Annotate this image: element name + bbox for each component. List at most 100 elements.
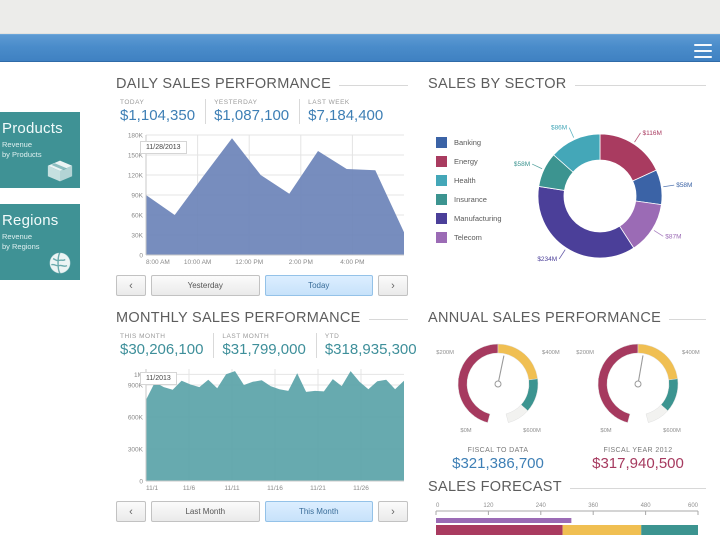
- svg-text:11/11: 11/11: [224, 485, 240, 492]
- sector-section-header: SALES BY SECTOR: [428, 76, 706, 92]
- monthly-chart-wrap: 0 300K 600K 900K 1M 11/1 11/6 11/11 11/16 11/21 11…: [116, 363, 408, 495]
- legend-swatch-banking: [436, 137, 447, 148]
- panel-monthly-sales: MONTHLY SALES PERFORMANCE THIS MONTH $30…: [116, 310, 417, 522]
- legend-label-insurance: Insurance: [454, 195, 487, 204]
- svg-text:60K: 60K: [131, 213, 143, 220]
- box-icon: [47, 160, 73, 182]
- svg-text:360: 360: [588, 503, 599, 509]
- legend-item-banking[interactable]: Banking: [436, 137, 502, 148]
- kpi-today-label: TODAY: [120, 99, 145, 106]
- annual-rule: [669, 319, 706, 320]
- kpi-this-month-label: THIS MONTH: [120, 333, 166, 340]
- svg-text:11/6: 11/6: [183, 485, 196, 492]
- legend-label-banking: Banking: [454, 138, 482, 147]
- svg-text:$234M: $234M: [537, 256, 557, 263]
- svg-text:4:00 PM: 4:00 PM: [340, 259, 364, 266]
- kpi-ytd-value: $318,935,300: [324, 341, 417, 358]
- svg-text:$600M: $600M: [663, 428, 681, 434]
- kpi-ytd: YTD $318,935,300: [315, 333, 427, 358]
- svg-text:$200M: $200M: [436, 350, 454, 356]
- sidebar-item-products[interactable]: Products Revenue by Products: [0, 110, 82, 190]
- daily-prev-button[interactable]: ‹: [116, 275, 146, 296]
- svg-text:600K: 600K: [128, 415, 144, 422]
- legend-swatch-energy: [436, 156, 447, 167]
- svg-text:8:00 AM: 8:00 AM: [146, 259, 170, 266]
- fiscal-to-data-gauge-svg: $200M $400M $0M $600M: [436, 343, 560, 434]
- svg-text:2:00 PM: 2:00 PM: [289, 259, 313, 266]
- browser-top-strip: [0, 0, 720, 34]
- svg-text:$87M: $87M: [665, 233, 681, 240]
- legend-swatch-health: [436, 175, 447, 186]
- svg-text:600: 600: [688, 503, 699, 509]
- sales-by-sector-donut-chart[interactable]: $116M $58M $87M $234M $58M $86M: [495, 108, 715, 293]
- hamburger-menu-icon[interactable]: [694, 44, 712, 58]
- kpi-last-month-value: $31,799,000: [222, 341, 306, 358]
- monthly-section-header: MONTHLY SALES PERFORMANCE: [116, 310, 408, 326]
- legend-swatch-insurance: [436, 194, 447, 205]
- kpi-this-month-value: $30,206,100: [120, 341, 204, 358]
- svg-text:300K: 300K: [128, 447, 144, 454]
- sales-forecast-bullet-chart: 0 120 240 360 480 600: [435, 503, 699, 535]
- sector-title: SALES BY SECTOR: [428, 76, 567, 92]
- svg-text:$86M: $86M: [551, 125, 567, 132]
- kpi-today-value: $1,104,350: [120, 107, 196, 124]
- monthly-last-month-button[interactable]: Last Month: [151, 501, 260, 522]
- legend-item-energy[interactable]: Energy: [436, 156, 502, 167]
- daily-section-header: DAILY SALES PERFORMANCE: [116, 76, 408, 92]
- panel-sales-by-sector: SALES BY SECTOR: [428, 76, 706, 92]
- legend-item-insurance[interactable]: Insurance: [436, 194, 502, 205]
- tile-title-regions: Regions: [2, 212, 59, 229]
- svg-text:120K: 120K: [128, 173, 144, 180]
- svg-text:12:00 PM: 12:00 PM: [235, 259, 263, 266]
- daily-yesterday-button[interactable]: Yesterday: [151, 275, 260, 296]
- forecast-section-header: SALES FORECAST: [428, 479, 706, 495]
- kpi-yesterday-value: $1,087,100: [214, 107, 290, 124]
- svg-text:$400M: $400M: [542, 350, 560, 356]
- annual-section-header: ANNUAL SALES PERFORMANCE: [428, 310, 706, 326]
- tile-subtitle-products: Revenue by Products: [2, 140, 42, 159]
- svg-text:11/26: 11/26: [353, 485, 369, 492]
- daily-next-button[interactable]: ›: [378, 275, 408, 296]
- svg-text:$600M: $600M: [523, 428, 541, 434]
- svg-text:0: 0: [436, 503, 440, 509]
- svg-text:10:00 AM: 10:00 AM: [184, 259, 211, 266]
- gauge-fiscal-year-2012[interactable]: $200M $400M $0M $600M FISCAL YEAR 2012 $317…: [568, 332, 708, 472]
- legend-item-manufacturing[interactable]: Manufacturing: [436, 213, 502, 224]
- monthly-next-button[interactable]: ›: [378, 501, 408, 522]
- globe-icon: [49, 252, 71, 274]
- legend-item-telecom[interactable]: Telecom: [436, 232, 502, 243]
- sidebar-item-regions[interactable]: Regions Revenue by Regions: [0, 202, 82, 282]
- tile-subtitle-regions: Revenue by Regions: [2, 232, 40, 251]
- daily-kpi-row: TODAY $1,104,350 YESTERDAY $1,087,100 LA…: [116, 99, 408, 124]
- svg-text:90K: 90K: [131, 193, 143, 200]
- monthly-nav-row: ‹ Last Month This Month ›: [116, 501, 408, 522]
- gauge-caption-fiscal-to-data: FISCAL TO DATA: [467, 447, 529, 454]
- gauge-fiscal-to-data[interactable]: $200M $400M $0M $600M FISCAL TO DATA $321,3…: [428, 332, 568, 472]
- monthly-kpi-row: THIS MONTH $30,206,100 LAST MONTH $31,79…: [116, 333, 417, 358]
- monthly-prev-button[interactable]: ‹: [116, 501, 146, 522]
- svg-text:120: 120: [483, 503, 494, 509]
- daily-chart-wrap: 0 30K 60K 90K 120K 150K 180K 8:00 AM 10:00 AM 12:…: [116, 129, 408, 269]
- svg-text:180K: 180K: [128, 133, 144, 140]
- kpi-last-week: LAST WEEK $7,184,400: [299, 99, 393, 124]
- sector-legend: Banking Energy Health Insurance Manufact…: [436, 137, 502, 251]
- svg-text:240: 240: [536, 503, 547, 509]
- svg-text:0: 0: [139, 479, 143, 486]
- legend-swatch-manufacturing: [436, 213, 447, 224]
- legend-label-energy: Energy: [454, 157, 478, 166]
- forecast-title: SALES FORECAST: [428, 479, 562, 495]
- monthly-date-badge: 11/2013: [140, 372, 177, 385]
- svg-text:$116M: $116M: [642, 130, 661, 137]
- fiscal-year-2012-gauge-svg: $200M $400M $0M $600M: [576, 343, 700, 434]
- daily-today-button[interactable]: Today: [264, 275, 373, 296]
- svg-text:480: 480: [641, 503, 652, 509]
- monthly-this-month-button[interactable]: This Month: [264, 501, 373, 522]
- legend-item-health[interactable]: Health: [436, 175, 502, 186]
- svg-text:$0M: $0M: [600, 428, 611, 434]
- svg-text:0: 0: [139, 253, 143, 260]
- gauge-value-fiscal-to-data: $321,386,700: [452, 455, 544, 472]
- annual-gauge-row: $200M $400M $0M $600M FISCAL TO DATA $321,3…: [428, 332, 706, 472]
- dashboard-page: Products Revenue by Products Regions Reve…: [0, 0, 720, 540]
- kpi-ytd-label: YTD: [324, 333, 340, 340]
- app-header-bar: [0, 34, 720, 62]
